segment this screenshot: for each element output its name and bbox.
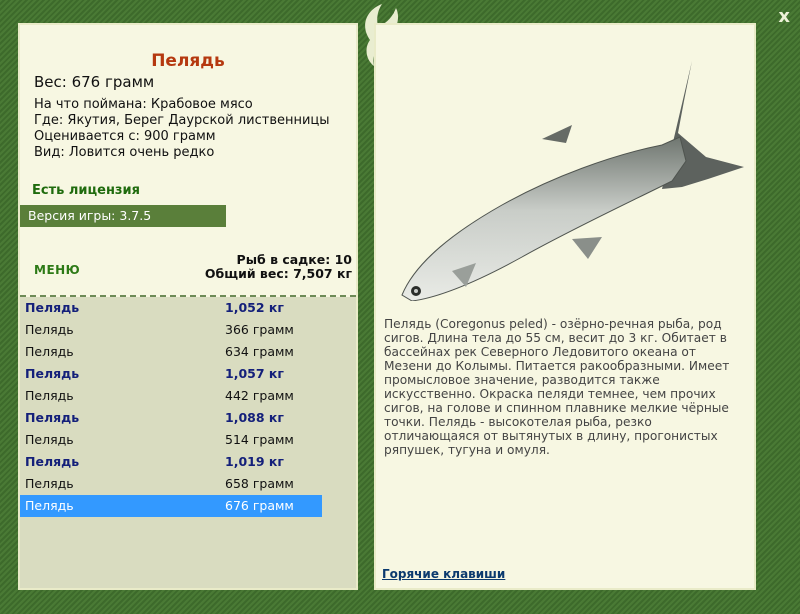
rarity-info: Вид: Ловится очень редко — [34, 145, 215, 160]
table-row[interactable]: Пелядь 1,052 кг — [20, 297, 356, 319]
table-row[interactable]: Пелядь 442 грамм — [20, 385, 356, 407]
fish-name-cell: Пелядь — [25, 388, 74, 403]
location-info: Где: Якутия, Берег Даурской лиственницы — [34, 113, 330, 128]
fish-name-cell: Пелядь — [25, 300, 80, 315]
cage-count: Рыб в садке: 10 — [236, 252, 352, 267]
fish-weight-cell: 658 грамм — [225, 476, 294, 491]
fish-name-cell: Пелядь — [25, 498, 74, 513]
fish-description-panel: Пелядь (Coregonus peled) - озёрно-речная… — [374, 23, 756, 590]
catch-details: На что поймана: Крабовое мясо Где: Якути… — [34, 97, 330, 161]
bait-info: На что поймана: Крабовое мясо — [34, 97, 253, 112]
fish-name-cell: Пелядь — [25, 454, 80, 469]
fish-weight-cell: 1,057 кг — [225, 366, 284, 381]
hotkeys-link[interactable]: Горячие клавиши — [382, 567, 505, 581]
fish-name-cell: Пелядь — [25, 410, 80, 425]
fish-name-cell: Пелядь — [25, 476, 74, 491]
fish-weight-cell: 676 грамм — [225, 498, 294, 513]
fish-weight-cell: 514 грамм — [225, 432, 294, 447]
license-status: Есть лицензия — [32, 183, 140, 198]
table-row[interactable]: Пелядь 514 грамм — [20, 429, 356, 451]
table-row[interactable]: Пелядь 634 грамм — [20, 341, 356, 363]
fish-name-cell: Пелядь — [25, 322, 74, 337]
fish-weight-cell: 634 грамм — [225, 344, 294, 359]
fish-weight-cell: 1,052 кг — [225, 300, 284, 315]
fish-name-cell: Пелядь — [25, 432, 74, 447]
cage-summary: Рыб в садке: 10 Общий вес: 7,507 кг — [205, 253, 352, 281]
fish-name-cell: Пелядь — [25, 366, 80, 381]
fish-title: Пелядь — [151, 51, 225, 71]
version-bar: Версия игры: 3.7.5 — [20, 205, 226, 227]
table-row[interactable]: Пелядь 1,019 кг — [20, 451, 356, 473]
fish-weight-cell: 1,088 кг — [225, 410, 284, 425]
fish-name-cell: Пелядь — [25, 344, 74, 359]
catch-info-panel: Пелядь Вес: 676 грамм На что поймана: Кр… — [18, 23, 358, 590]
table-row[interactable]: Пелядь 676 грамм — [20, 495, 322, 517]
table-row[interactable]: Пелядь 1,057 кг — [20, 363, 356, 385]
fish-weight-cell: 366 грамм — [225, 322, 294, 337]
fish-image — [401, 61, 744, 301]
fish-weight-cell: 1,019 кг — [225, 454, 284, 469]
fish-weight: Вес: 676 грамм — [34, 73, 155, 91]
fish-weight-cell: 442 грамм — [225, 388, 294, 403]
value-info: Оценивается с: 900 грамм — [34, 129, 216, 144]
table-row[interactable]: Пелядь 658 грамм — [20, 473, 356, 495]
fish-list[interactable]: Пелядь 1,052 кг Пелядь 366 грамм Пелядь 634 г… — [20, 297, 356, 588]
close-button[interactable]: x — [778, 6, 790, 27]
fish-description: Пелядь (Coregonus peled) - озёрно-речная… — [384, 317, 730, 457]
menu-button[interactable]: МЕНЮ — [34, 263, 80, 277]
cage-total-weight: Общий вес: 7,507 кг — [204, 266, 352, 281]
table-row[interactable]: Пелядь 1,088 кг — [20, 407, 356, 429]
table-row[interactable]: Пелядь 366 грамм — [20, 319, 356, 341]
